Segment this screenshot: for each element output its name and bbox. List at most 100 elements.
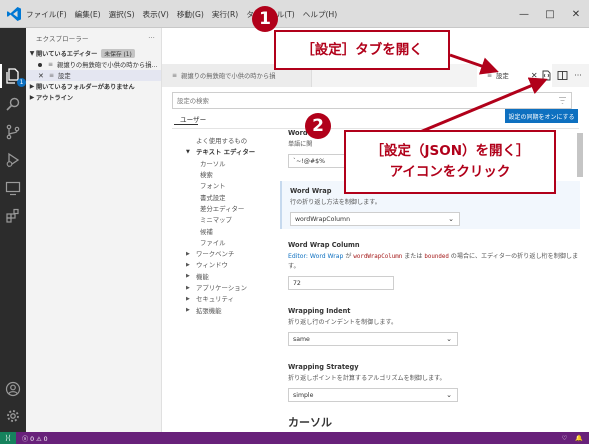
toc-item-font[interactable]: フォント [186, 180, 276, 191]
search-icon[interactable] [3, 94, 23, 114]
explorer-icon[interactable]: 1 [0, 64, 26, 88]
extensions-icon[interactable] [3, 206, 23, 226]
remote-indicator-icon[interactable]: ⟩⟨ [0, 432, 16, 444]
select-value: wordWrapColumn [295, 215, 351, 223]
desc-text: または [402, 253, 425, 260]
manage-gear-icon[interactable] [3, 406, 23, 426]
toc-label: ワークベンチ [196, 250, 235, 259]
toc-label: 機能 [196, 272, 209, 281]
feedback-icon[interactable]: ♡ [562, 435, 568, 442]
tab-user-scope[interactable]: ユーザー [180, 114, 206, 124]
toc-label: アプリケーション [196, 284, 247, 292]
setting-link[interactable]: Editor: Word Wrap [288, 253, 343, 260]
remote-explorer-icon[interactable] [3, 178, 23, 198]
menu-view[interactable]: 表示(V) [143, 9, 169, 20]
callout-1: ［設定］タブを開く [274, 30, 450, 70]
no-folder-section[interactable]: ▶ 開いているフォルダーがありません [26, 81, 161, 92]
menu-selection[interactable]: 選択(S) [109, 9, 135, 20]
notifications-bell-icon[interactable]: 🔔 [575, 434, 583, 442]
word-wrap-column-input[interactable]: 72 [288, 276, 394, 290]
menu-file[interactable]: ファイル(F) [26, 9, 67, 20]
settings-file-icon: ≡ [49, 72, 55, 79]
toc-item-formatting[interactable]: 書式設定 [186, 191, 276, 202]
sidebar-header: エクスプローラー ··· [26, 28, 161, 48]
toc-item-workbench[interactable]: ▶ ワークベンチ [186, 248, 276, 259]
editor-actions: ··· [537, 64, 585, 87]
wrapping-strategy-select[interactable]: simple ⌄ [288, 388, 458, 402]
toc-item-cursor[interactable]: カーソル [186, 158, 276, 169]
settings-toc: よく使用するもの ▼ テキスト エディター カーソル 検索 フォント 書式設定 差… [186, 135, 276, 316]
settings-sync-button[interactable]: 設定の同期をオンにする [505, 109, 578, 123]
title-bar: ファイル(F) 編集(E) 選択(S) 表示(V) 移動(G) 実行(R) ター… [0, 0, 589, 28]
setting-wrapping-indent: Wrapping Indent 折り返し行のインデントを制御します。 same … [280, 307, 580, 346]
setting-title: Wrapping Indent [288, 307, 351, 315]
desc-text: が [343, 253, 354, 260]
error-count: 0 [30, 435, 35, 443]
menu-go[interactable]: 移動(G) [177, 9, 204, 20]
desc-code: bounded [424, 254, 449, 260]
close-button[interactable]: ✕ [563, 0, 589, 28]
callout-2: ［設定（JSON）を開く］ アイコンをクリック [344, 130, 556, 194]
settings-scrollbar[interactable] [576, 129, 584, 429]
select-value: same [293, 335, 310, 343]
settings-search-input[interactable]: 設定の検索 [172, 92, 572, 109]
toc-item-minimap[interactable]: ミニマップ [186, 214, 276, 225]
problems-indicator[interactable]: ⓧ 0 ⚠ 0 [22, 434, 48, 443]
toc-label: 拡張機能 [196, 306, 222, 315]
close-icon[interactable]: ✕ [38, 72, 46, 80]
setting-description: 行の折り返し方法を制御します。 [290, 199, 381, 206]
toc-item-find[interactable]: 検索 [186, 169, 276, 180]
warning-icon: ⚠ [36, 435, 42, 443]
toc-item-window[interactable]: ▶ ウィンドウ [186, 259, 276, 270]
settings-file-icon: ≡ [487, 72, 493, 79]
open-editors-label: 開いているエディター [36, 51, 98, 58]
setting-text-input[interactable]: `~!@#$% [288, 154, 348, 168]
toc-label: よく使用するもの [196, 137, 248, 146]
outline-label: アウトライン [36, 95, 74, 102]
toc-item-extensions[interactable]: ▶ 拡張機能 [186, 304, 276, 315]
toc-label: セキュリティ [196, 295, 234, 304]
toc-item-features[interactable]: ▶ 機能 [186, 271, 276, 282]
menu-run[interactable]: 実行(R) [212, 9, 238, 20]
account-icon[interactable] [3, 379, 23, 399]
chevron-down-icon: ⌄ [446, 391, 452, 399]
menu-help[interactable]: ヘルプ(H) [303, 9, 337, 20]
toc-item-text-editor[interactable]: ▼ テキスト エディター [186, 146, 276, 157]
run-debug-icon[interactable] [3, 150, 23, 170]
minimize-button[interactable]: — [511, 0, 537, 28]
wrapping-indent-select[interactable]: same ⌄ [288, 332, 458, 346]
split-editor-icon[interactable] [555, 69, 569, 83]
chevron-right-icon: ▶ [186, 284, 190, 291]
callout-number-2: 2 [305, 113, 331, 139]
chevron-down-icon: ⌄ [448, 215, 454, 223]
open-settings-json-icon[interactable] [539, 69, 553, 83]
chevron-right-icon: ▶ [29, 83, 35, 90]
menu-bar: ファイル(F) 編集(E) 選択(S) 表示(V) 移動(G) 実行(R) ター… [26, 0, 345, 28]
open-editors-section[interactable]: ▼ 開いているエディター 未保存 (1) [26, 48, 161, 59]
more-actions-icon[interactable]: ··· [571, 69, 585, 83]
chevron-right-icon: ▶ [186, 250, 190, 257]
activity-bar: 1 [0, 28, 26, 432]
maximize-button[interactable]: □ [537, 0, 563, 28]
filter-icon[interactable] [558, 96, 567, 105]
explorer-sidebar: エクスプローラー ··· ▼ 開いているエディター 未保存 (1) ≡ 親譲りの… [26, 28, 162, 432]
source-control-icon[interactable] [3, 122, 23, 142]
toc-item-application[interactable]: ▶ アプリケーション [186, 282, 276, 293]
word-wrap-select[interactable]: wordWrapColumn ⌄ [290, 212, 460, 226]
setting-description: 折り返し行のインデントを制御します。 [288, 319, 398, 326]
open-editor-item-settings[interactable]: ✕ ≡ 設定 [26, 70, 161, 81]
sidebar-more-button[interactable]: ··· [148, 34, 155, 42]
toc-item-suggestions[interactable]: 候補 [186, 225, 276, 236]
toc-item-security[interactable]: ▶ セキュリティ [186, 293, 276, 304]
file-icon: ≡ [48, 61, 54, 68]
settings-section-header: カーソル [288, 416, 332, 429]
menu-edit[interactable]: 編集(E) [75, 9, 101, 20]
outline-section[interactable]: ▶ アウトライン [26, 92, 161, 103]
open-editor-item[interactable]: ≡ 親譲りの無鉄砲で小供の時から損... [26, 59, 161, 70]
toc-item-files[interactable]: ファイル [186, 237, 276, 248]
toc-item-commonly-used[interactable]: よく使用するもの [186, 135, 276, 146]
toc-item-diff-editor[interactable]: 差分エディター [186, 203, 276, 214]
scope-tab-underline [174, 124, 198, 125]
unsaved-badge: 未保存 (1) [101, 49, 135, 58]
scrollbar-thumb[interactable] [577, 133, 583, 177]
